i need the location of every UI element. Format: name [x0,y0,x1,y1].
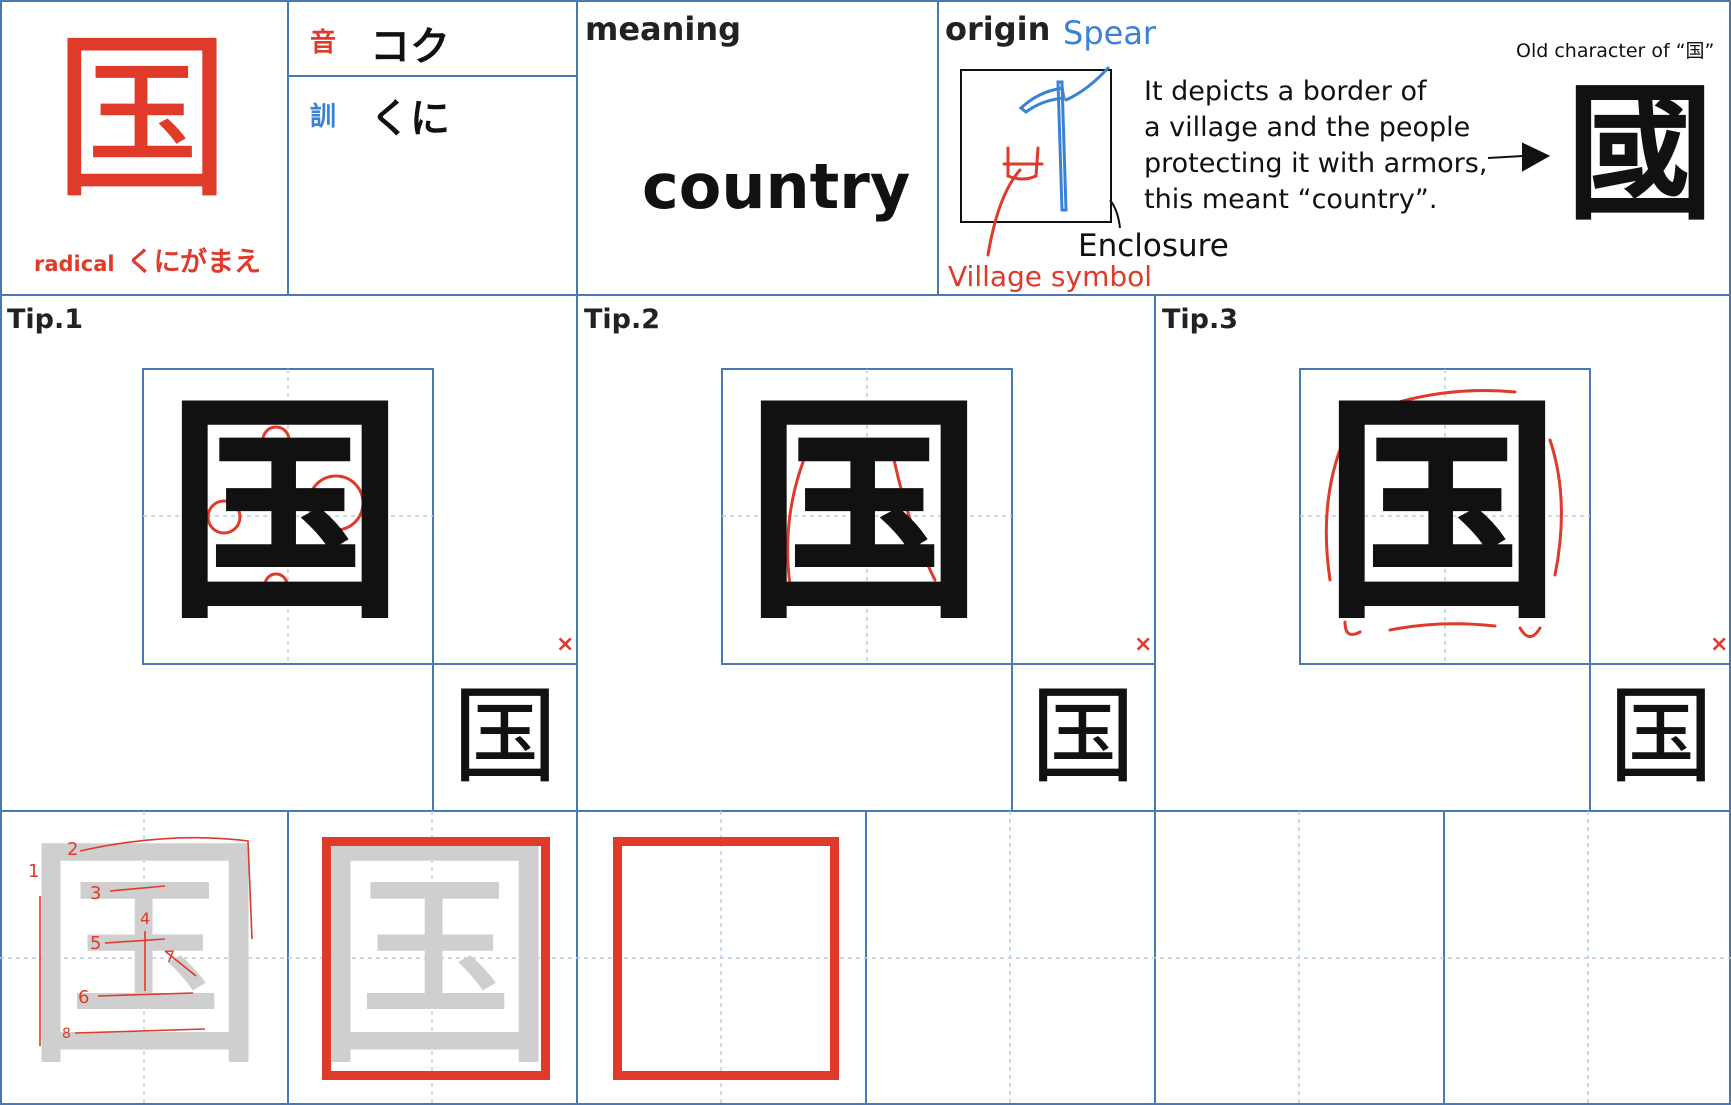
practice-cell-blank[interactable] [866,811,1155,1105]
stroke-number: 3 [90,883,102,904]
stroke-order-arrows [39,836,253,1046]
trace-cell[interactable]: 国 [288,811,577,1105]
stroke-number: 7 [165,947,176,966]
tip-3-kanji-small: 国 [1608,675,1714,798]
tip-2-kanji-small: 国 [1030,675,1136,798]
trace-frame [322,837,550,1080]
tip-1-kanji-small: 国 [452,675,558,798]
tip-3-label: Tip.3 [1162,304,1239,335]
tip-1-label: Tip.1 [7,304,84,335]
practice-cell-blank[interactable] [1444,811,1731,1105]
stroke-number: 1 [28,861,40,882]
tip-3-kanji: 国 [1322,372,1563,652]
tip-2-label: Tip.2 [584,304,661,335]
empty-frame [613,837,839,1080]
empty-frame-cell[interactable] [577,811,866,1105]
tip-2-kanji: 国 [744,372,985,652]
stroke-number: 8 [62,1026,71,1042]
stroke-number: 5 [90,933,102,954]
practice-cell-blank[interactable] [1155,811,1444,1105]
stroke-number: 2 [67,839,79,860]
stroke-number: 4 [140,909,151,928]
tip-2-close-icon[interactable]: × [1134,632,1152,657]
stroke-order-cell: 国 1 2 3 4 5 6 7 8 [0,811,288,1105]
tip-1-close-icon[interactable]: × [556,632,574,657]
stroke-number: 6 [78,987,90,1008]
tip-3-close-icon[interactable]: × [1710,632,1728,657]
tip-1-kanji: 国 [165,372,406,652]
